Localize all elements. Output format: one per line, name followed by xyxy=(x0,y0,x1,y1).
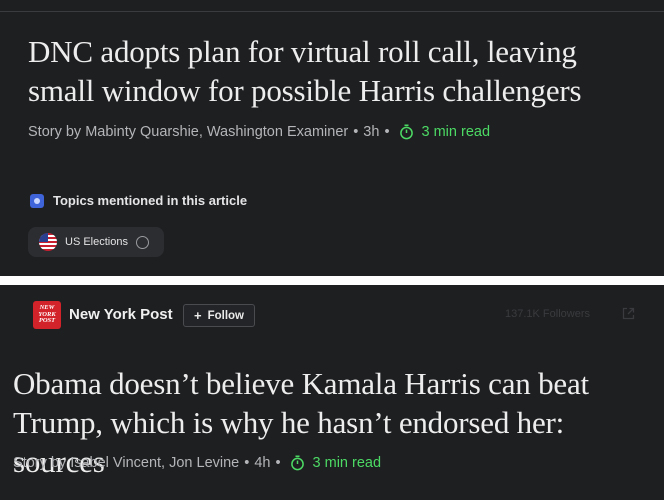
external-link-icon[interactable] xyxy=(622,307,635,320)
topic-chip-label: US Elections xyxy=(65,236,128,248)
circle-icon[interactable] xyxy=(135,235,149,249)
article-headline[interactable]: DNC adopts plan for virtual roll call, l… xyxy=(28,32,648,110)
publisher-logo[interactable]: NEW YORK POST xyxy=(33,301,61,329)
byline-author: Story by Isabel Vincent, Jon Levine xyxy=(13,455,240,471)
follow-button-label: Follow xyxy=(207,309,244,322)
read-time: 3 min read xyxy=(395,124,491,140)
plus-icon: + xyxy=(193,308,202,323)
follower-count: 137.1K Followers xyxy=(505,308,590,320)
follow-button[interactable]: + Follow xyxy=(183,304,255,327)
read-time-label: 3 min read xyxy=(421,124,491,140)
topics-heading: Topics mentioned in this article xyxy=(30,193,247,208)
article-card-top: DNC adopts plan for virtual roll call, l… xyxy=(0,0,664,276)
article-byline: Story by Isabel Vincent, Jon Levine • 4h… xyxy=(13,455,381,471)
us-flag-icon xyxy=(39,233,57,251)
byline-age: 3h xyxy=(363,124,380,140)
clock-icon xyxy=(290,455,304,471)
separator-dot: • xyxy=(353,124,359,140)
read-time: 3 min read xyxy=(286,455,382,471)
topic-chip-us-elections[interactable]: US Elections xyxy=(28,227,164,257)
byline-author: Story by Mabinty Quarshie, Washington Ex… xyxy=(28,124,349,140)
clock-icon xyxy=(399,124,413,140)
topics-heading-label: Topics mentioned in this article xyxy=(53,193,248,208)
topics-icon xyxy=(30,193,44,208)
publisher-name[interactable]: New York Post xyxy=(69,306,173,323)
separator-dot: • xyxy=(275,455,281,471)
logo-text-line: POST xyxy=(38,317,56,325)
separator-dot: • xyxy=(244,455,250,471)
article-byline: Story by Mabinty Quarshie, Washington Ex… xyxy=(28,124,490,140)
separator-dot: • xyxy=(384,124,390,140)
divider xyxy=(0,11,664,12)
byline-age: 4h xyxy=(254,455,271,471)
read-time-label: 3 min read xyxy=(312,455,382,471)
